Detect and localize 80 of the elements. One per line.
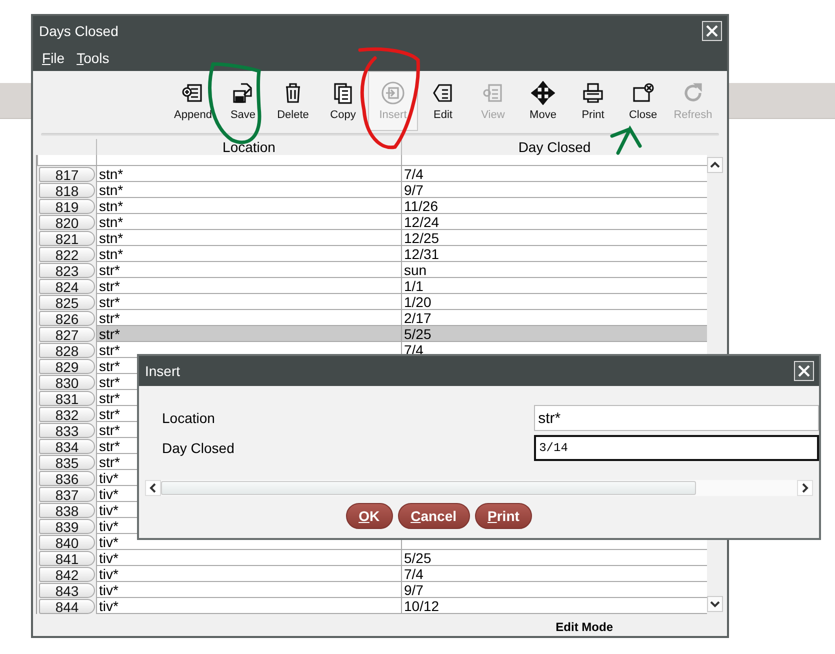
toolbar-button[interactable]: Print [568, 71, 618, 131]
add-list-icon [181, 81, 205, 105]
toolbar-button[interactable]: Edit [418, 71, 468, 131]
row-number[interactable]: 835 [39, 454, 95, 470]
table-row[interactable]: 825 str* 1/20 [37, 294, 707, 310]
input-field[interactable]: str* [534, 405, 819, 431]
row-number[interactable]: 837 [39, 486, 95, 502]
row-number[interactable]: 839 [39, 518, 95, 534]
scroll-down-icon[interactable] [707, 596, 723, 612]
move-icon [531, 81, 555, 105]
close-window-icon [631, 81, 655, 105]
row-number[interactable]: 834 [39, 438, 95, 454]
window-title: Days Closed [39, 22, 118, 38]
row-number[interactable]: 819 [39, 198, 95, 214]
table-row[interactable]: 826 str* 2/17 [37, 310, 707, 326]
copy-icon [331, 81, 355, 105]
table-row[interactable]: 823 str* sun [37, 262, 707, 278]
table-row[interactable]: 820 stn* 12/24 [37, 214, 707, 230]
table-row[interactable]: 818 stn* 9/7 [37, 182, 707, 198]
toolbar-button[interactable]: Append [168, 71, 218, 131]
row-number[interactable]: 829 [39, 358, 95, 374]
close-icon[interactable] [794, 361, 814, 381]
toolbar-button[interactable]: Close [618, 71, 668, 131]
row-number[interactable]: 823 [39, 262, 95, 278]
table-row[interactable]: 817 stn* 7/4 [37, 166, 707, 182]
scroll-thumb[interactable] [161, 481, 696, 495]
row-number[interactable]: 832 [39, 406, 95, 422]
row-number[interactable]: 821 [39, 230, 95, 246]
row-number[interactable]: 826 [39, 310, 95, 326]
row-number[interactable]: 840 [39, 534, 95, 550]
edit-icon [431, 81, 455, 105]
menu-item[interactable]: Tools [76, 50, 110, 66]
table-row[interactable]: 821 stn* 12/25 [37, 230, 707, 246]
table-row[interactable]: 819 stn* 11/26 [37, 198, 707, 214]
row-number[interactable]: 820 [39, 214, 95, 230]
insert-icon [381, 81, 405, 105]
save-icon [231, 81, 255, 105]
table-cell: tiv* [96, 598, 401, 614]
row-number[interactable]: 825 [39, 294, 95, 310]
field-label: Day Closed [162, 440, 236, 456]
toolbar-button[interactable]: Move [518, 71, 568, 131]
toolbar-button[interactable]: Save [218, 71, 268, 131]
dialog-button[interactable]: Cancel [398, 503, 470, 529]
table-row[interactable]: 827 str* 5/25 [37, 326, 707, 342]
print-icon [581, 81, 605, 105]
table-row[interactable]: 822 stn* 12/31 [37, 246, 707, 262]
row-number[interactable]: 838 [39, 502, 95, 518]
status-text: Edit Mode [556, 620, 613, 634]
row-number[interactable]: 841 [39, 550, 95, 566]
close-icon[interactable] [702, 20, 722, 40]
row-number[interactable]: 830 [39, 374, 95, 390]
row-number[interactable]: 822 [39, 246, 95, 262]
scroll-left-icon[interactable] [145, 480, 161, 496]
scroll-up-icon[interactable] [707, 157, 723, 173]
table-row[interactable]: 843 tiv* 9/7 [37, 582, 707, 598]
row-number[interactable]: 827 [39, 326, 95, 342]
horizontal-scrollbar[interactable] [145, 480, 813, 496]
scroll-right-icon[interactable] [797, 480, 813, 496]
row-number[interactable]: 824 [39, 278, 95, 294]
toolbar-button[interactable]: Copy [318, 71, 368, 131]
row-number[interactable]: 817 [39, 166, 95, 182]
table-row[interactable]: 841 tiv* 5/25 [37, 550, 707, 566]
row-number[interactable]: 836 [39, 470, 95, 486]
row-number[interactable]: 844 [39, 598, 95, 614]
row-number[interactable]: 843 [39, 582, 95, 598]
dialog-button[interactable]: OK [346, 503, 393, 529]
input-field[interactable]: 3/14 [534, 435, 819, 461]
row-number[interactable]: 828 [39, 342, 95, 358]
dialog-button[interactable]: Print [474, 503, 532, 529]
toolbar-button[interactable]: Delete [268, 71, 318, 131]
row-number[interactable]: 818 [39, 182, 95, 198]
row-number[interactable]: 842 [39, 566, 95, 582]
table-row[interactable]: 824 str* 1/1 [37, 278, 707, 294]
table-row[interactable]: 842 tiv* 7/4 [37, 566, 707, 582]
annotation-arrow [610, 125, 642, 155]
menu-item[interactable]: File [42, 50, 65, 66]
row-number[interactable]: 831 [39, 390, 95, 406]
table-row[interactable]: 844 tiv* 10/12 [37, 598, 707, 614]
view-list-icon [481, 81, 505, 105]
row-number[interactable]: 833 [39, 422, 95, 438]
